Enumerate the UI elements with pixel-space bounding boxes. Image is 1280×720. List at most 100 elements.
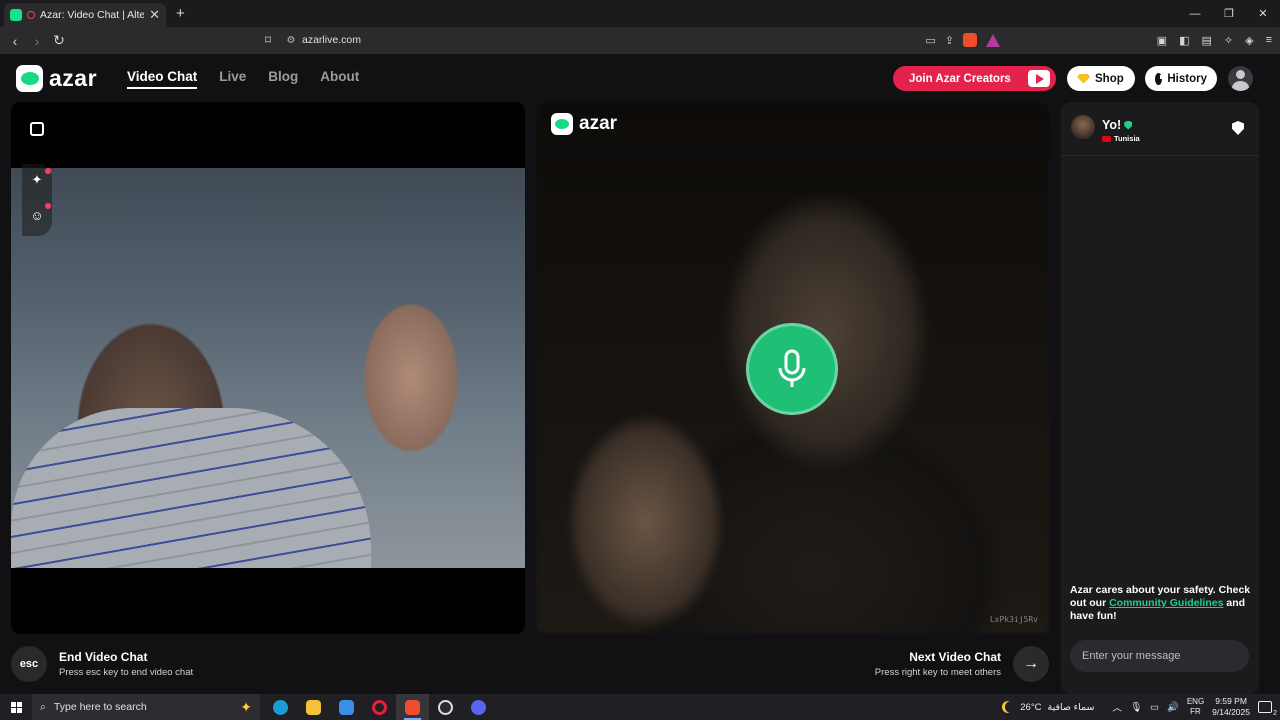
- windows-logo-icon: [10, 701, 22, 713]
- profile-avatar[interactable]: [1228, 66, 1253, 91]
- taskbar-brave[interactable]: [396, 694, 429, 720]
- volume-icon[interactable]: 🔊: [1167, 702, 1179, 713]
- community-guidelines-link[interactable]: Community Guidelines: [1109, 597, 1223, 609]
- azar-favicon-icon: [10, 9, 22, 21]
- minimize-icon[interactable]: —: [1178, 0, 1212, 27]
- search-icon: ⌕: [40, 700, 46, 713]
- forward-icon[interactable]: ›: [26, 33, 48, 49]
- main-nav: Video Chat Live Blog About: [127, 69, 359, 89]
- taskbar-search[interactable]: ⌕ Type here to search ✦: [32, 694, 260, 720]
- leo-ai-icon[interactable]: ✧: [1224, 34, 1233, 47]
- language-indicator[interactable]: ENG FR: [1187, 697, 1204, 717]
- browser-toolbar: ‹ › ↻ ⌑ ⚙ azarlive.com ▭ ⇪ ▣ ◧ ▤ ✧ ◈ ≡: [0, 27, 1280, 54]
- share-icon[interactable]: ⇪: [945, 34, 954, 47]
- taskbar-obs[interactable]: [429, 694, 462, 720]
- sparkle-icon: ✦: [31, 172, 43, 187]
- taskbar-clock[interactable]: 9:59 PM 9/14/2025: [1212, 696, 1250, 718]
- nav-blog[interactable]: Blog: [268, 69, 298, 89]
- bookmark-icon[interactable]: ⌑: [256, 33, 280, 47]
- window-controls: — ❐ ✕: [1178, 0, 1280, 27]
- obs-icon: [438, 699, 453, 715]
- end-chat-button[interactable]: esc: [11, 646, 47, 682]
- vpn-icon[interactable]: ◈: [1245, 34, 1253, 47]
- taskbar-edge[interactable]: [264, 694, 297, 720]
- peer-name-row: Yo!: [1102, 118, 1133, 132]
- restore-icon[interactable]: ❐: [1212, 0, 1246, 27]
- safety-notice: Azar cares about your safety. Check out …: [1070, 584, 1252, 623]
- search-placeholder: Type here to search: [53, 701, 147, 713]
- back-icon[interactable]: ‹: [4, 33, 26, 49]
- recording-indicator-icon: [27, 11, 35, 19]
- taskbar-opera[interactable]: [363, 694, 396, 720]
- gem-icon: [1077, 73, 1090, 84]
- close-window-icon[interactable]: ✕: [1246, 0, 1280, 27]
- peer-name: Yo!: [1102, 118, 1122, 132]
- system-tray: 26°C سماء صافية ︿ 🎙 ▭ 🔊 ENG FR 9:59 PM 9…: [1002, 694, 1280, 720]
- mic-button[interactable]: [746, 323, 838, 415]
- sidebar-icon[interactable]: ◧: [1179, 34, 1189, 47]
- minimize-video-button[interactable]: [23, 115, 51, 143]
- nav-video-chat[interactable]: Video Chat: [127, 69, 198, 89]
- url-text[interactable]: azarlive.com: [302, 34, 361, 46]
- temperature: 26°C: [1020, 701, 1042, 713]
- smiley-icon: ☺: [30, 207, 44, 223]
- site-info-icon[interactable]: ⚙: [280, 35, 302, 46]
- site-header: azar Video Chat Live Blog About Join Aza…: [0, 54, 1280, 102]
- menu-icon[interactable]: ≡: [1266, 34, 1272, 47]
- brave-rewards-icon[interactable]: [986, 33, 1000, 47]
- moon-icon: [1005, 701, 1017, 713]
- report-shield-icon[interactable]: [1232, 121, 1244, 135]
- discord-icon: [471, 699, 486, 715]
- browser-tab-bar: Azar: Video Chat | Alternative ✕ + — ❐ ✕: [0, 0, 1280, 27]
- media-icon[interactable]: ▣: [1157, 34, 1167, 47]
- lang-bottom: FR: [1190, 707, 1201, 716]
- nav-live[interactable]: Live: [219, 69, 246, 89]
- remote-azar-logo: azar: [551, 113, 617, 135]
- wallet-icon[interactable]: ▤: [1201, 34, 1211, 47]
- start-button[interactable]: [0, 701, 32, 713]
- reload-icon[interactable]: ↻: [48, 32, 70, 49]
- next-chat-control: Next Video Chat Press right key to meet …: [875, 646, 1049, 682]
- new-tab-icon[interactable]: +: [176, 5, 185, 22]
- chat-header: Yo! Tunisia: [1061, 102, 1259, 156]
- remote-video-panel: azar LxPk3ij5Rv: [536, 102, 1050, 634]
- azar-logo[interactable]: azar: [16, 65, 97, 92]
- chevron-up-icon[interactable]: ︿: [1112, 700, 1122, 714]
- peer-country: Tunisia: [1114, 134, 1140, 143]
- taskbar-store[interactable]: [330, 694, 363, 720]
- notification-center-icon[interactable]: 2: [1258, 701, 1277, 717]
- weather-widget[interactable]: 26°C سماء صافية: [1002, 701, 1094, 713]
- microphone-tray-icon[interactable]: 🎙: [1130, 702, 1142, 713]
- brave-shields-icon[interactable]: [963, 33, 977, 47]
- peer-avatar[interactable]: [1071, 115, 1095, 139]
- address-bar[interactable]: ⌑ ⚙ azarlive.com ▭ ⇪: [256, 29, 1000, 51]
- cast-icon[interactable]: ▭: [925, 34, 935, 47]
- local-camera-feed: [11, 168, 525, 568]
- nav-about[interactable]: About: [320, 69, 359, 89]
- history-button[interactable]: History: [1145, 66, 1217, 91]
- azar-logo-icon: [551, 113, 573, 135]
- chat-panel: Yo! Tunisia Azar cares about your safety…: [1061, 102, 1259, 694]
- windows-taskbar: ⌕ Type here to search ✦ 26°C سماء صافية …: [0, 694, 1280, 720]
- next-chat-title: Next Video Chat: [909, 650, 1001, 664]
- history-label: History: [1167, 72, 1207, 85]
- end-chat-title: End Video Chat: [59, 650, 148, 664]
- close-tab-icon[interactable]: ✕: [149, 7, 160, 23]
- azar-page: azar Video Chat Live Blog About Join Aza…: [0, 54, 1280, 694]
- network-icon[interactable]: ▭: [1150, 702, 1159, 713]
- arrow-right-icon: →: [1023, 655, 1039, 672]
- local-video-panel: ✦ ☺: [11, 102, 525, 634]
- clock-time: 9:59 PM: [1215, 696, 1247, 706]
- next-chat-button[interactable]: →: [1013, 646, 1049, 682]
- masks-notification-dot: [45, 203, 51, 209]
- taskbar-discord[interactable]: [462, 694, 495, 720]
- taskbar-explorer[interactable]: [297, 694, 330, 720]
- join-creators-button[interactable]: Join Azar Creators: [893, 66, 1056, 91]
- browser-tab[interactable]: Azar: Video Chat | Alternative ✕: [4, 3, 166, 27]
- brave-icon: [405, 699, 420, 715]
- opera-icon: [372, 699, 387, 715]
- session-watermark: LxPk3ij5Rv: [989, 615, 1038, 624]
- message-input[interactable]: [1070, 640, 1249, 672]
- shop-button[interactable]: Shop: [1067, 66, 1135, 91]
- play-icon: [1028, 70, 1050, 87]
